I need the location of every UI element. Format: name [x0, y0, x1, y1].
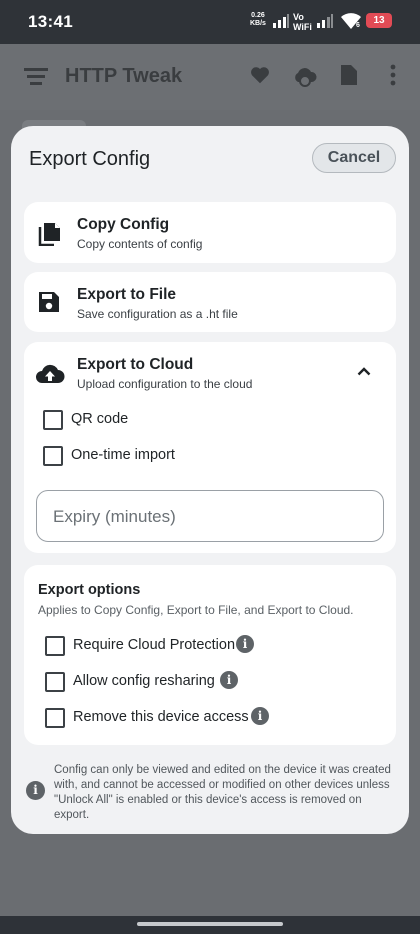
cloud-sync-icon[interactable] — [292, 64, 318, 88]
app-bar: HTTP Tweak — [0, 44, 420, 110]
app-title: HTTP Tweak — [65, 65, 183, 87]
allow-config-resharing-info-icon[interactable]: i — [220, 671, 238, 689]
copy-config-card[interactable]: Copy Config Copy contents of config — [24, 202, 396, 263]
remove-device-access-checkbox[interactable] — [45, 708, 65, 728]
export-cloud-card: Export to Cloud Upload configuration to … — [24, 342, 396, 553]
wifi-standard: 6 — [356, 22, 360, 29]
network-speed: 0.26 KB/s — [250, 12, 266, 27]
save-icon — [39, 292, 59, 312]
qr-code-label: QR code — [71, 411, 129, 427]
nav-bar — [0, 916, 420, 934]
battery-badge: 13 — [366, 13, 392, 28]
allow-config-resharing-checkbox[interactable] — [45, 672, 65, 692]
export-options-title: Export options — [38, 582, 141, 598]
export-config-dialog: Export Config Cancel Copy Config Copy co… — [11, 126, 409, 834]
export-options-card: Export options Applies to Copy Config, E… — [24, 565, 396, 745]
require-cloud-protection-checkbox[interactable] — [45, 636, 65, 656]
require-cloud-protection-label: Require Cloud Protection — [73, 637, 236, 653]
chevron-up-icon[interactable] — [357, 366, 371, 376]
more-vert-icon[interactable] — [390, 64, 396, 86]
cloud-upload-icon — [36, 364, 65, 383]
qr-code-checkbox[interactable] — [43, 410, 63, 430]
heart-icon[interactable] — [249, 64, 271, 86]
require-cloud-protection-row[interactable]: Require Cloud Protection — [45, 635, 265, 659]
remove-device-access-row[interactable]: Remove this device access — [45, 707, 265, 731]
cancel-button[interactable]: Cancel — [312, 143, 396, 173]
dialog-title: Export Config — [29, 148, 151, 170]
expiry-field[interactable] — [36, 490, 384, 542]
allow-config-resharing-label: Allow config resharing — [73, 673, 215, 689]
qr-code-checkbox-row[interactable]: QR code — [43, 409, 163, 433]
require-cloud-protection-info-icon[interactable]: i — [236, 635, 254, 653]
cell-signal-icon — [273, 14, 289, 28]
status-time: 13:41 — [28, 12, 73, 31]
one-time-import-checkbox[interactable] — [43, 446, 63, 466]
file-icon[interactable] — [340, 64, 358, 86]
volte-indicator: Vo WiFi — [293, 12, 312, 32]
export-options-subtitle: Applies to Copy Config, Export to File, … — [38, 603, 354, 617]
status-bar: 13:41 0.26 KB/s Vo WiFi 6 13 — [0, 0, 420, 44]
footer-note: Config can only be viewed and edited on … — [54, 764, 391, 821]
copy-icon — [38, 223, 60, 246]
expiry-minutes-input[interactable] — [53, 505, 353, 529]
allow-config-resharing-row[interactable]: Allow config resharing — [45, 671, 245, 695]
export-file-title: Export to File — [77, 286, 177, 303]
footer-info-icon: i — [26, 781, 45, 800]
one-time-import-label: One-time import — [71, 447, 175, 463]
remove-device-access-info-icon[interactable]: i — [251, 707, 269, 725]
cell-signal-2-icon — [317, 14, 333, 28]
copy-config-title: Copy Config — [77, 216, 170, 233]
export-file-card[interactable]: Export to File Save configuration as a .… — [24, 272, 396, 332]
menu-icon[interactable] — [24, 66, 48, 86]
one-time-import-checkbox-row[interactable]: One-time import — [43, 445, 213, 469]
export-file-subtitle: Save configuration as a .ht file — [77, 307, 238, 321]
export-cloud-header[interactable]: Export to Cloud Upload configuration to … — [24, 342, 396, 396]
copy-config-subtitle: Copy contents of config — [77, 237, 203, 251]
export-cloud-title: Export to Cloud — [77, 356, 194, 373]
export-cloud-subtitle: Upload configuration to the cloud — [77, 377, 253, 391]
remove-device-access-label: Remove this device access — [73, 709, 249, 725]
home-gesture-pill[interactable] — [137, 922, 283, 926]
